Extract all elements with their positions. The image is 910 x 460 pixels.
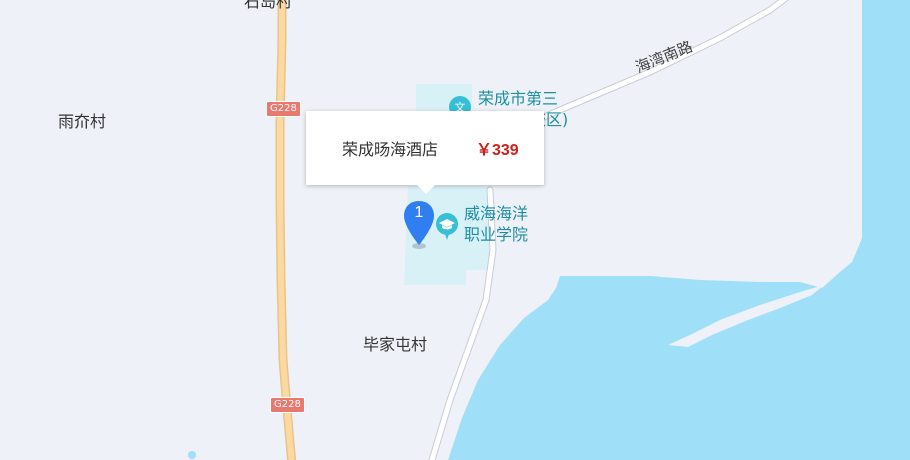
poi-college-line2[interactable]: 职业学院	[464, 225, 528, 245]
hotel-info-popup[interactable]: 荣成旸海酒店 ￥339	[306, 111, 544, 194]
route-shield-g228: G228	[266, 101, 301, 117]
place-yujie: 雨夼村	[58, 112, 107, 131]
place-top-village: 石岛村	[244, 0, 293, 11]
hotel-marker[interactable]: 1	[402, 200, 438, 252]
hotel-name[interactable]: 荣成旸海酒店	[342, 136, 438, 160]
poi-school-line1[interactable]: 荣成市第三	[478, 89, 558, 109]
place-bijia: 毕家屯村	[363, 335, 428, 354]
route-shield-g228: G228	[270, 397, 305, 413]
poi-college-line1[interactable]: 威海海洋	[464, 204, 528, 224]
hotel-price: ￥339	[476, 142, 519, 159]
marker-number: 1	[414, 204, 424, 221]
pond	[188, 451, 196, 459]
